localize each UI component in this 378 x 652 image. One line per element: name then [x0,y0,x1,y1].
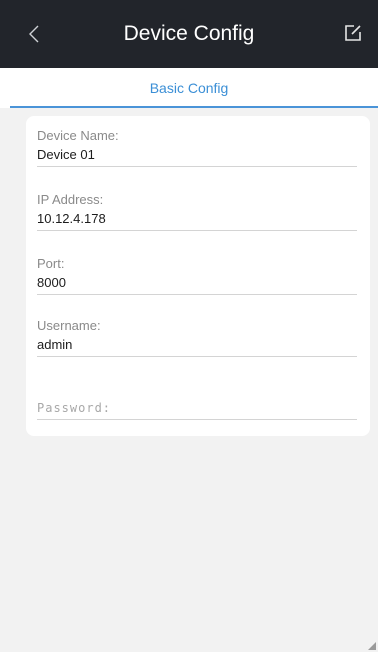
device-name-underline [37,166,357,167]
page-title: Device Config [123,22,255,45]
ip-address-input[interactable] [37,210,357,228]
ip-address-underline [37,230,357,231]
tab-bar: Basic Config [0,68,378,108]
app-header: Device Config [0,0,378,68]
config-form-card: Device Name: IP Address: Port: Username: [26,116,370,436]
port-field: Port: [37,256,357,295]
port-label: Port: [37,256,65,271]
port-input[interactable] [37,274,357,292]
device-name-input[interactable] [37,146,357,164]
password-field [37,399,357,420]
resize-grip-icon [368,642,376,650]
edit-icon [345,25,361,41]
device-name-field: Device Name: [37,128,357,167]
password-input[interactable] [37,399,357,417]
password-underline [37,419,357,420]
port-underline [37,294,357,295]
device-config-screen: Device Config Basic Config Device Name: … [0,0,378,652]
username-label: Username: [37,318,101,333]
tab-basic-config[interactable]: Basic Config [0,80,378,96]
username-input[interactable] [37,336,357,354]
edit-button[interactable] [340,20,366,46]
username-field: Username: [37,318,357,357]
tab-active-indicator [10,106,378,108]
username-underline [37,356,357,357]
ip-address-field: IP Address: [37,192,357,231]
device-name-label: Device Name: [37,128,119,143]
ip-address-label: IP Address: [37,192,104,207]
